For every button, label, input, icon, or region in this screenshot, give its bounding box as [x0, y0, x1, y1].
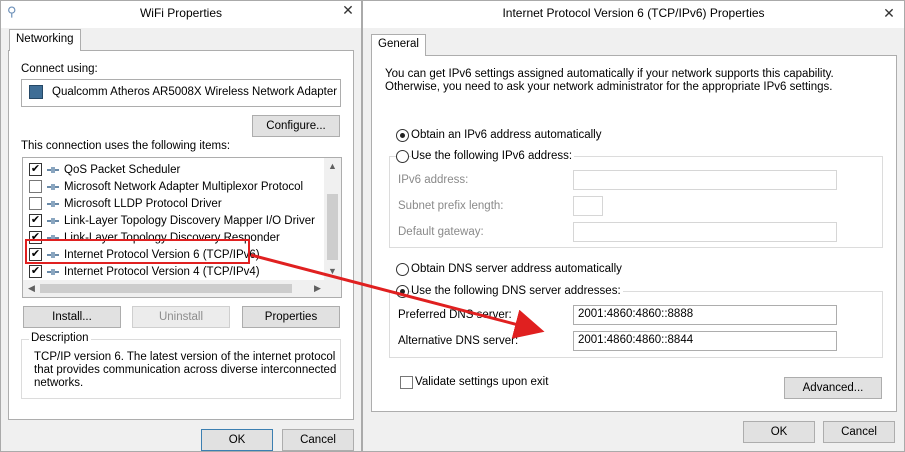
- tab-general[interactable]: General: [371, 34, 426, 56]
- tab-networking[interactable]: Networking: [9, 29, 81, 51]
- annotation-arrow-icon: [250, 253, 545, 339]
